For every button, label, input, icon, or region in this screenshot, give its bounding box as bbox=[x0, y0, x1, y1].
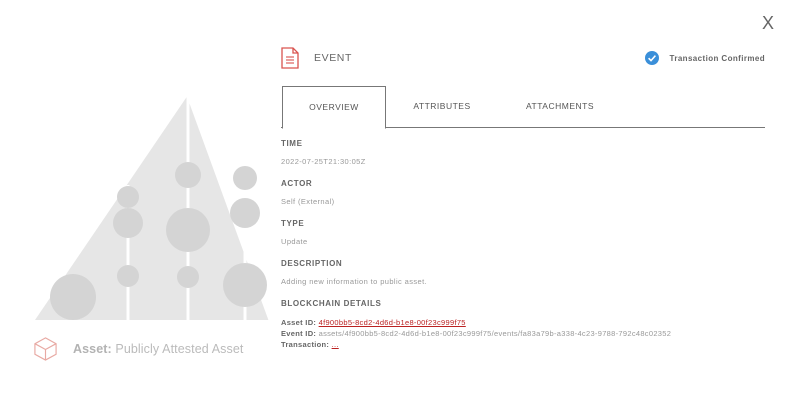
actor-value: Self (External) bbox=[281, 197, 335, 206]
transaction-key: Transaction: bbox=[281, 340, 330, 349]
event-title: EVENT bbox=[314, 52, 353, 64]
type-label: TYPE bbox=[281, 219, 305, 228]
document-icon bbox=[281, 47, 299, 69]
event-header: EVENT Transaction Confirmed bbox=[281, 44, 765, 72]
tab-attachments[interactable]: ATTACHMENTS bbox=[521, 86, 599, 127]
asset-id-link[interactable]: 4f900bb5-8cd2-4d6d-b1e8-00f23c999f75 bbox=[319, 318, 466, 327]
blockchain-details: Asset ID: 4f900bb5-8cd2-4d6d-b1e8-00f23c… bbox=[281, 313, 771, 350]
event-panel: EVENT Transaction Confirmed OVERVIEW ATT… bbox=[281, 44, 765, 349]
event-id-row: Event ID: assets/4f900bb5-8cd2-4d6d-b1e8… bbox=[281, 328, 771, 339]
status-badge: Transaction Confirmed bbox=[645, 51, 765, 65]
asset-illustration bbox=[35, 94, 272, 321]
asset-id-key: Asset ID: bbox=[281, 318, 317, 327]
close-button[interactable]: X bbox=[762, 14, 774, 32]
overview-fields: TIME 2022-07-25T21:30:05Z ACTOR Self (Ex… bbox=[281, 139, 771, 350]
transaction-row: Transaction: ... bbox=[281, 339, 771, 350]
description-value: Adding new information to public asset. bbox=[281, 277, 428, 286]
event-id-key: Event ID: bbox=[281, 329, 317, 338]
check-circle-icon bbox=[645, 51, 660, 65]
event-id-value: assets/4f900bb5-8cd2-4d6d-b1e8-00f23c999… bbox=[318, 329, 672, 338]
asset-prefix: Asset: bbox=[73, 341, 112, 356]
asset-caption: Asset: Publicly Attested Asset bbox=[33, 336, 243, 361]
status-text: Transaction Confirmed bbox=[669, 53, 765, 63]
blockchain-label: BLOCKCHAIN DETAILS bbox=[281, 299, 382, 308]
tab-bar: OVERVIEW ATTRIBUTES ATTACHMENTS bbox=[281, 86, 765, 129]
asset-id-row: Asset ID: 4f900bb5-8cd2-4d6d-b1e8-00f23c… bbox=[281, 317, 771, 328]
cube-icon bbox=[34, 337, 57, 361]
type-value: Update bbox=[281, 237, 308, 246]
actor-label: ACTOR bbox=[281, 179, 313, 188]
tab-attributes[interactable]: ATTRIBUTES bbox=[407, 86, 477, 127]
transaction-link[interactable]: ... bbox=[332, 340, 339, 349]
time-value: 2022-07-25T21:30:05Z bbox=[281, 157, 366, 166]
time-label: TIME bbox=[281, 139, 303, 148]
tab-overview[interactable]: OVERVIEW bbox=[282, 86, 386, 129]
asset-name: Publicly Attested Asset bbox=[115, 341, 244, 356]
description-label: DESCRIPTION bbox=[281, 259, 343, 268]
